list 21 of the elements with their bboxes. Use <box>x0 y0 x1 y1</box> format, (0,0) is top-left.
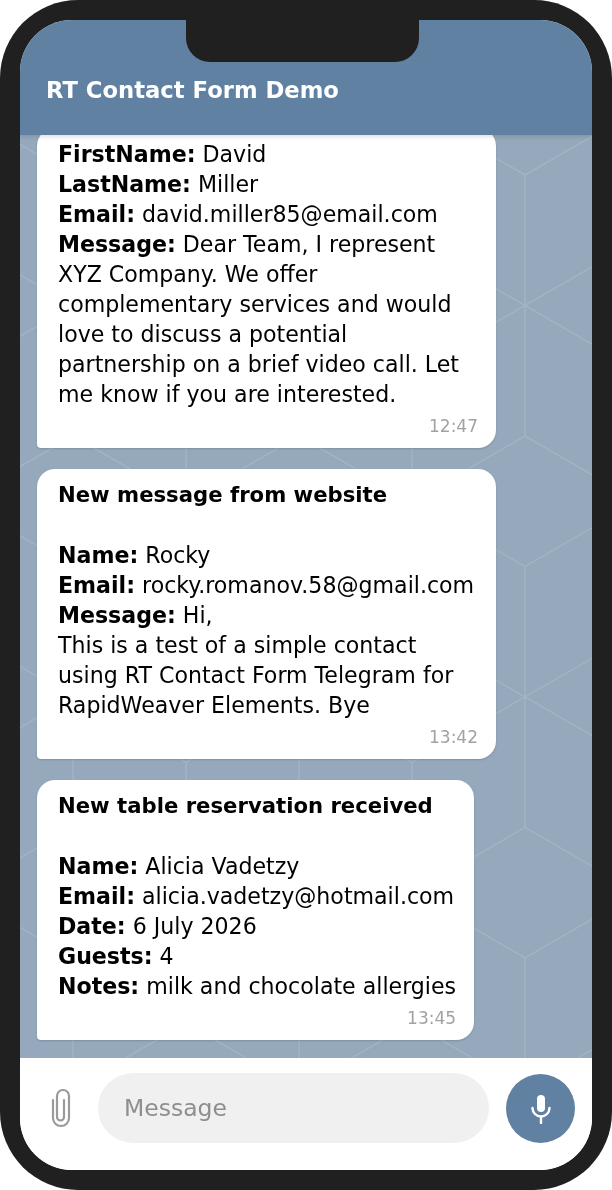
field-text: Date: 6 July 2026 <box>58 912 258 941</box>
field-text: Name: Rocky <box>58 541 212 570</box>
chat-title: RT Contact Form Demo <box>46 76 339 105</box>
field-text: Guests: 4 <box>58 942 175 971</box>
message-time: 13:42 <box>429 727 478 747</box>
message-field[interactable]: Message <box>98 1073 489 1143</box>
paperclip-icon[interactable] <box>50 1088 72 1128</box>
field-text: Email: alicia.vadetzy@hotmail.com <box>58 882 456 911</box>
microphone-icon <box>528 1093 553 1124</box>
field-text: Message: Dear Team, I represent XYZ Company. We offer complementary services and would love to discuss a potential partnership on a brief video call. Let me know if you are interested. <box>58 230 460 409</box>
message-title: New table reservation received <box>58 792 434 820</box>
field-text: Name: Alicia Vadetzy <box>58 852 301 881</box>
field-text: Notes: milk and chocolate allergies <box>58 972 457 1001</box>
field-text: FirstName: David <box>58 140 268 169</box>
message-title: New message from website <box>58 481 389 509</box>
message-time: 12:47 <box>429 416 478 436</box>
message-time: 13:45 <box>407 1008 457 1028</box>
field-text: LastName: Miller <box>58 170 260 199</box>
field-text: Message: Hi, This is a test of a simple contact using RT Contact Form Telegram for RapidWeaver Elements. Bye <box>58 601 455 720</box>
field-text: Email: david.miller85@email.com <box>58 200 439 229</box>
field-text: Email: rocky.romanov.58@gmail.com <box>58 571 476 600</box>
